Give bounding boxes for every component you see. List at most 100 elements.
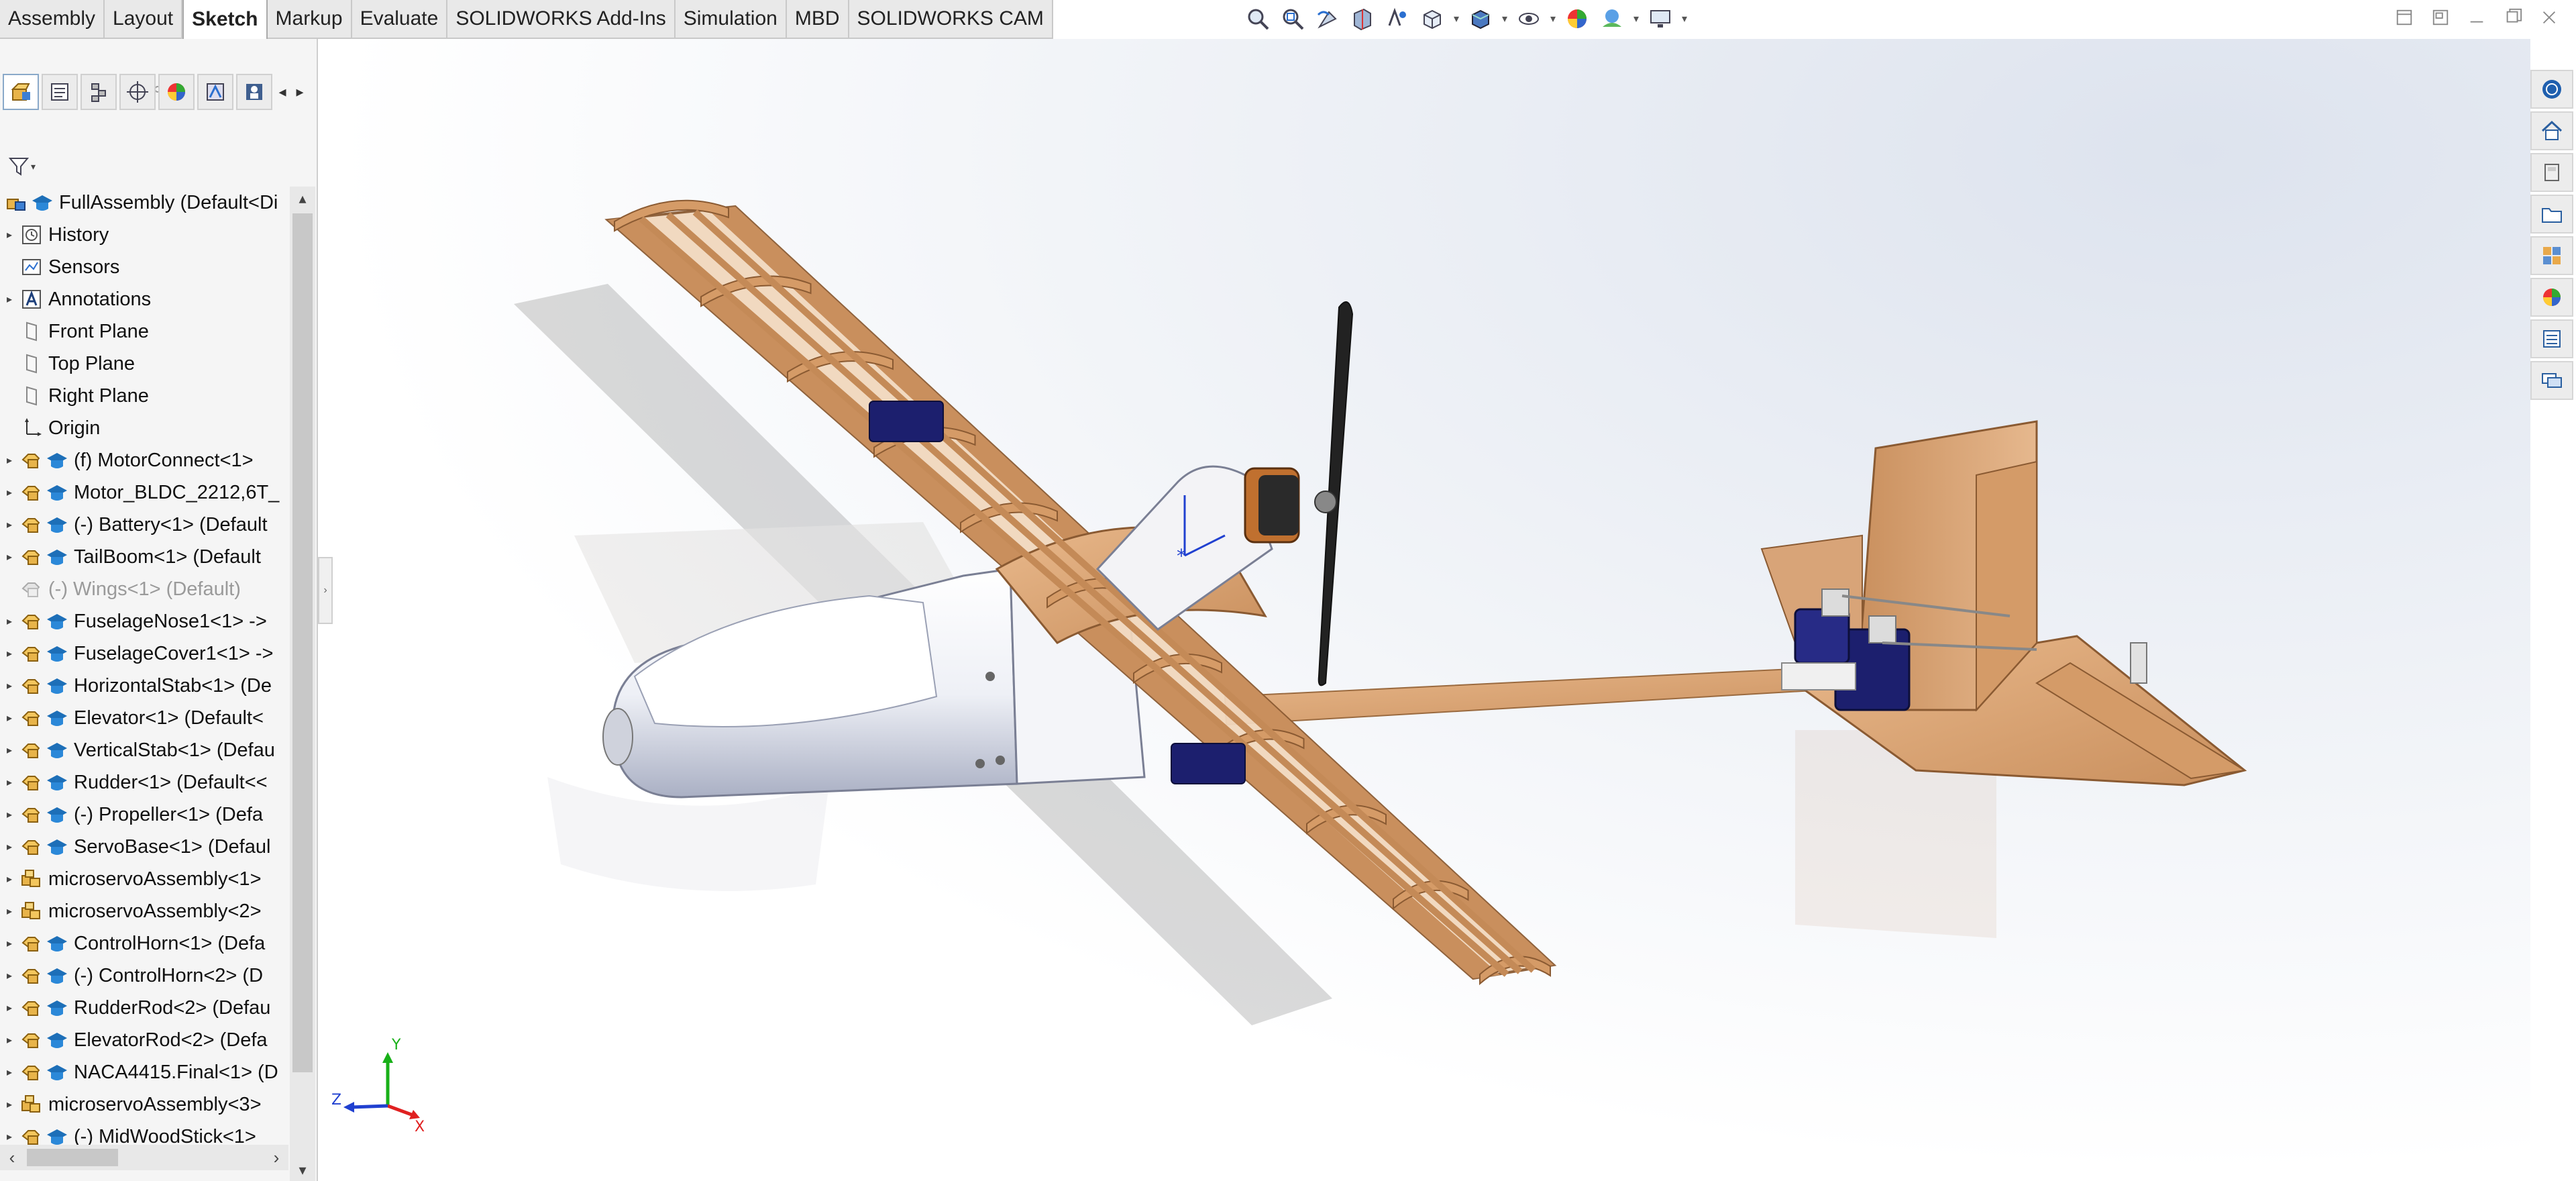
tree-item[interactable]: ▸ (-) Battery<1> (Default — [0, 509, 288, 541]
reference-triad[interactable]: Y X Z — [327, 1032, 428, 1133]
chevron-down-icon[interactable]: ▾ — [1500, 3, 1509, 34]
tab-assembly[interactable]: Assembly — [0, 0, 105, 38]
cam-operation-tree-icon[interactable] — [236, 74, 272, 110]
expand-arrow-icon[interactable]: ▸ — [0, 476, 19, 509]
expand-arrow-icon[interactable]: ▸ — [0, 283, 19, 315]
display-style-icon[interactable] — [1465, 3, 1496, 34]
tab-layout[interactable]: Layout — [105, 0, 183, 38]
propertymanager-icon[interactable] — [42, 74, 78, 110]
tab-solidworks-add-ins[interactable]: SOLIDWORKS Add-Ins — [447, 0, 676, 38]
tab-solidworks-cam[interactable]: SOLIDWORKS CAM — [849, 0, 1053, 38]
hide-show-items-icon[interactable] — [1513, 3, 1544, 34]
apply-scene-icon[interactable] — [1597, 3, 1627, 34]
tabs-scroll-right-icon[interactable]: ▸ — [292, 74, 307, 110]
previous-view-icon[interactable] — [1312, 3, 1343, 34]
tree-vertical-scrollbar[interactable]: ▴ ▾ — [290, 187, 315, 1181]
scroll-down-icon[interactable]: ▾ — [290, 1158, 315, 1181]
tree-item[interactable]: Top Plane — [0, 348, 288, 380]
dynamic-annotation-icon[interactable] — [1382, 3, 1413, 34]
expand-arrow-icon[interactable]: ▸ — [0, 831, 19, 863]
scroll-thumb[interactable] — [27, 1149, 118, 1166]
tree-item[interactable]: ▸ (-) Propeller<1> (Defa — [0, 799, 288, 831]
maximize-icon[interactable] — [2500, 4, 2526, 31]
scroll-up-icon[interactable]: ▴ — [290, 187, 315, 211]
chevron-down-icon[interactable]: ▾ — [1452, 3, 1461, 34]
chevron-down-icon[interactable]: ▾ — [1631, 3, 1641, 34]
panel-collapse-handle[interactable]: › — [318, 557, 333, 624]
view-orientation-icon[interactable] — [1417, 3, 1448, 34]
tree-item[interactable]: Front Plane — [0, 315, 288, 348]
expand-arrow-icon[interactable]: ▸ — [0, 927, 19, 960]
tree-item[interactable]: ▸ (-) ControlHorn<2> (D — [0, 960, 288, 992]
tree-item[interactable]: ▸ ElevatorRod<2> (Defa — [0, 1024, 288, 1056]
chevron-down-icon[interactable]: ▾ — [1680, 3, 1689, 34]
tree-item[interactable]: Sensors — [0, 251, 288, 283]
tree-item[interactable]: ▸ FuselageCover1<1> -> — [0, 637, 288, 670]
tree-item[interactable]: ▸ History — [0, 219, 288, 251]
tab-evaluate[interactable]: Evaluate — [352, 0, 448, 38]
tree-item[interactable]: (-) Wings<1> (Default) — [0, 573, 288, 605]
tree-item[interactable]: ▸ NACA4415.Final<1> (D — [0, 1056, 288, 1088]
tree-item[interactable]: ▸ Elevator<1> (Default< — [0, 702, 288, 734]
featuremanager-icon[interactable] — [3, 74, 39, 110]
expand-arrow-icon[interactable]: ▸ — [0, 895, 19, 927]
expand-arrow-icon[interactable]: ▸ — [0, 509, 19, 541]
scroll-right-icon[interactable]: › — [264, 1145, 288, 1170]
tab-simulation[interactable]: Simulation — [676, 0, 787, 38]
zoom-to-fit-icon[interactable] — [1242, 3, 1273, 34]
graphics-area[interactable]: * — [319, 39, 2530, 1181]
tree-item[interactable]: Origin — [0, 412, 288, 444]
tab-sketch[interactable]: Sketch — [182, 0, 268, 39]
tree-item[interactable]: ▸ FuselageNose1<1> -> — [0, 605, 288, 637]
expand-arrow-icon[interactable]: ▸ — [0, 1088, 19, 1121]
minimize-icon[interactable] — [2463, 4, 2490, 31]
expand-arrow-icon[interactable]: ▸ — [0, 1056, 19, 1088]
cam-feature-tree-icon[interactable] — [197, 74, 233, 110]
restore-pane-icon[interactable] — [2391, 4, 2418, 31]
expand-arrow-icon[interactable]: ▸ — [0, 702, 19, 734]
tree-item[interactable]: ▸ ControlHorn<1> (Defa — [0, 927, 288, 960]
file-explorer-icon[interactable] — [2530, 195, 2573, 234]
section-view-icon[interactable] — [1347, 3, 1378, 34]
tree-item[interactable]: ▸ microservoAssembly<3> — [0, 1088, 288, 1121]
tab-markup[interactable]: Markup — [268, 0, 352, 38]
tree-item[interactable]: ▸ microservoAssembly<1> — [0, 863, 288, 895]
zoom-to-area-icon[interactable] — [1277, 3, 1308, 34]
view-palette-icon[interactable] — [2530, 236, 2573, 275]
expand-arrow-icon[interactable]: ▸ — [0, 960, 19, 992]
tree-item[interactable]: ▸ HorizontalStab<1> (De — [0, 670, 288, 702]
appearances-scenes-icon[interactable] — [2530, 278, 2573, 317]
tree-item[interactable]: ▸ microservoAssembly<2> — [0, 895, 288, 927]
design-library-icon[interactable] — [2530, 153, 2573, 192]
tree-horizontal-scrollbar[interactable]: ‹ › — [0, 1145, 288, 1170]
tree-item[interactable]: ▸ TailBoom<1> (Default — [0, 541, 288, 573]
expand-arrow-icon[interactable]: ▸ — [0, 992, 19, 1024]
expand-arrow-icon[interactable]: ▸ — [0, 670, 19, 702]
scroll-thumb[interactable] — [292, 213, 313, 1072]
forum-icon[interactable] — [2530, 361, 2573, 400]
home-icon[interactable] — [2530, 111, 2573, 150]
edit-appearance-icon[interactable] — [1562, 3, 1593, 34]
tree-item[interactable]: ▸ Motor_BLDC_2212,6T_ — [0, 476, 288, 509]
tree-item[interactable]: ▸ Rudder<1> (Default<< — [0, 766, 288, 799]
tile-pane-icon[interactable] — [2427, 4, 2454, 31]
aircraft-model[interactable]: * — [319, 39, 2530, 1181]
tree-item[interactable]: ▸ (f) MotorConnect<1> — [0, 444, 288, 476]
tabs-scroll-left-icon[interactable]: ◂ — [275, 74, 290, 110]
scroll-left-icon[interactable]: ‹ — [0, 1145, 24, 1170]
expand-arrow-icon[interactable]: ▸ — [0, 799, 19, 831]
expand-arrow-icon[interactable]: ▸ — [0, 605, 19, 637]
tree-filter-button[interactable]: ▾ — [8, 152, 40, 181]
tree-root-assembly[interactable]: FullAssembly (Default<Di — [0, 187, 288, 219]
expand-arrow-icon[interactable]: ▸ — [0, 219, 19, 251]
expand-arrow-icon[interactable]: ▸ — [0, 444, 19, 476]
expand-arrow-icon[interactable]: ▸ — [0, 541, 19, 573]
tree-item[interactable]: ▸ RudderRod<2> (Defau — [0, 992, 288, 1024]
tree-item[interactable]: ▸ VerticalStab<1> (Defau — [0, 734, 288, 766]
displaymanager-icon[interactable] — [158, 74, 195, 110]
expand-arrow-icon[interactable]: ▸ — [0, 863, 19, 895]
expand-arrow-icon[interactable]: ▸ — [0, 1024, 19, 1056]
tree-item[interactable]: ▸ Annotations — [0, 283, 288, 315]
close-icon[interactable] — [2536, 4, 2563, 31]
view-settings-icon[interactable] — [1645, 3, 1676, 34]
